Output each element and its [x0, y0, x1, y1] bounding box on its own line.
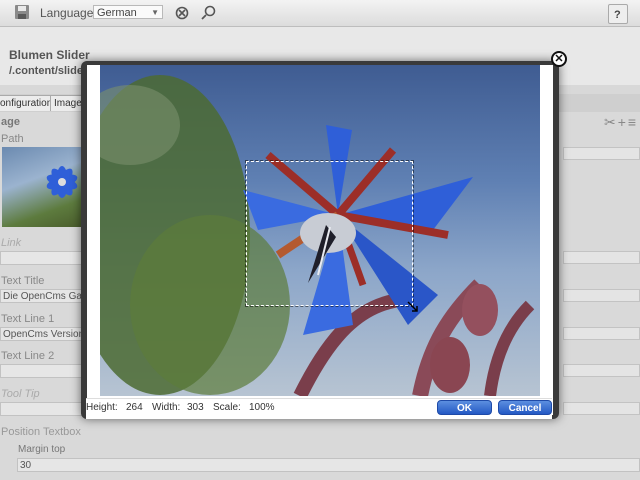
- scale-value: 100%: [249, 402, 275, 413]
- ok-button-label: OK: [457, 403, 472, 414]
- help-button[interactable]: ?: [608, 4, 628, 24]
- save-icon[interactable]: [14, 4, 30, 20]
- right-field-3[interactable]: [563, 289, 640, 302]
- language-label: Language: [40, 6, 94, 20]
- position-textbox-label: Position Textbox: [1, 426, 81, 438]
- width-label: Width:: [152, 402, 181, 413]
- close-icon: ✕: [554, 53, 564, 65]
- scissors-icon[interactable]: ✂: [604, 114, 618, 130]
- image-thumbnail[interactable]: [2, 147, 82, 227]
- right-field-1[interactable]: [563, 147, 640, 160]
- drag-icon[interactable]: ≡: [628, 114, 638, 130]
- width-value: 303: [187, 402, 204, 413]
- height-label: Height:: [86, 402, 118, 413]
- image-heading: age: [1, 116, 20, 128]
- tab-image-label: Image: [54, 98, 82, 109]
- svg-text:?: ?: [614, 9, 621, 21]
- reset-icon[interactable]: [174, 5, 190, 21]
- path-label: Path: [1, 133, 24, 145]
- link-input[interactable]: [0, 251, 92, 265]
- cancel-button[interactable]: Cancel: [498, 400, 552, 415]
- text-line2-input[interactable]: [0, 364, 92, 378]
- tab-configuration[interactable]: onfiguration: [0, 95, 52, 111]
- crop-selection[interactable]: [245, 160, 414, 307]
- text-line2-label: Text Line 2: [1, 350, 55, 362]
- right-field-5[interactable]: [563, 364, 640, 377]
- language-select[interactable]: German ▼: [93, 5, 163, 19]
- resize-handle-icon[interactable]: [407, 301, 419, 313]
- text-line1-value: OpenCms Version: [3, 329, 85, 340]
- right-field-2[interactable]: [563, 251, 640, 264]
- ok-button[interactable]: OK: [437, 400, 492, 415]
- chevron-down-icon: ▼: [151, 8, 159, 17]
- close-button[interactable]: ✕: [551, 51, 567, 67]
- text-title-value: Die OpenCms Ga: [3, 291, 82, 302]
- flower-thumbnail-image: [46, 166, 78, 198]
- right-field-6[interactable]: [563, 402, 640, 415]
- top-toolbar: Language German ▼ ?: [0, 0, 640, 27]
- tooltip-label: Tool Tip: [1, 388, 40, 400]
- resource-path: /.content/slide: [9, 65, 83, 77]
- margin-top-value: 30: [20, 460, 32, 471]
- cancel-button-label: Cancel: [508, 403, 542, 414]
- comments-icon[interactable]: [200, 5, 216, 21]
- scale-label: Scale:: [213, 402, 241, 413]
- text-line1-label: Text Line 1: [1, 313, 55, 325]
- tooltip-input[interactable]: [0, 402, 92, 416]
- text-line1-input[interactable]: OpenCms Version: [0, 327, 92, 341]
- tab-configuration-label: onfiguration: [0, 98, 53, 109]
- resource-title: Blumen Slider: [9, 48, 90, 62]
- help-icon: ?: [614, 9, 621, 21]
- link-label: Link: [1, 237, 22, 249]
- language-select-value: German: [97, 7, 137, 19]
- text-title-label: Text Title: [1, 275, 45, 287]
- height-value: 264: [126, 402, 143, 413]
- text-title-input[interactable]: Die OpenCms Ga: [0, 289, 92, 303]
- right-field-4[interactable]: [563, 327, 640, 340]
- crop-image[interactable]: [100, 65, 540, 396]
- margin-top-input[interactable]: 30: [17, 458, 640, 472]
- add-icon[interactable]: +: [618, 114, 628, 130]
- margin-top-label: Margin top: [18, 444, 66, 455]
- element-tools: ✂+≡: [604, 114, 638, 131]
